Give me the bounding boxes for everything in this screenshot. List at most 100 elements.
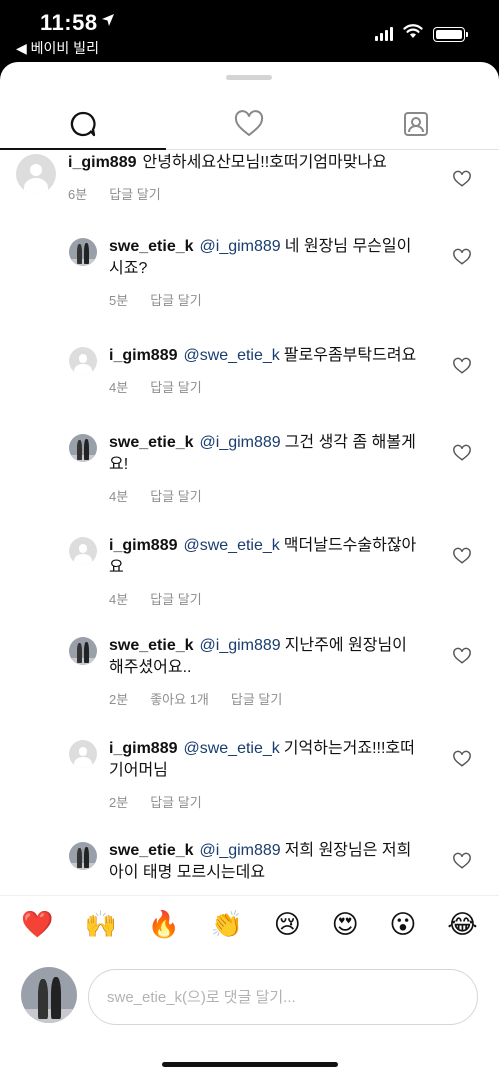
comment-text: swe_etie_k @i_gim889 네 원장님 무슨일이시죠? <box>109 236 439 280</box>
comment-message-continued: 요! <box>109 456 129 473</box>
comment-input[interactable] <box>88 969 478 1025</box>
like-heart-icon[interactable] <box>453 750 471 768</box>
comment-message-continued: 아이 태명 모르시는데요 <box>109 864 266 881</box>
heart-eyes-emoji[interactable]: 😍 <box>332 910 359 940</box>
reply-item: swe_etie_k @i_gim889 저희 원장님은 저희 아이 태명 모르시는데… <box>0 830 499 895</box>
comment-meta: 2분 좋아요 1개 답글 달기 <box>109 689 282 708</box>
comment-time: 5분 <box>109 293 129 308</box>
avatar[interactable] <box>69 637 97 665</box>
comment-message-continued: 해주셨어요.. <box>109 659 192 676</box>
comment-message: 그건 생각 좀 해볼게 <box>284 434 416 451</box>
tab-comments[interactable] <box>0 98 167 150</box>
reply-item: swe_etie_k @i_gim889 그건 생각 좀 해볼게 요! 4분 답글 달기 <box>0 422 499 525</box>
avatar[interactable] <box>69 740 97 768</box>
comment-text: i_gim889 @swe_etie_k 팔로우좀부탁드려요 <box>109 345 439 367</box>
comment-message: 지난주에 원장님이 <box>284 637 407 654</box>
reply-item: i_gim889 @swe_etie_k 팔로우좀부탁드려요 4분 답글 달기 <box>0 335 499 422</box>
tab-tagged[interactable] <box>333 98 499 149</box>
comment-text: swe_etie_k @i_gim889 그건 생각 좀 해볼게요! <box>109 432 439 476</box>
reply-button[interactable]: 답글 달기 <box>150 486 201 505</box>
comment-message: 팔로우좀부탁드려요 <box>283 347 417 364</box>
avatar[interactable] <box>69 347 97 375</box>
comment-username[interactable]: swe_etie_k <box>109 238 194 255</box>
fire-emoji[interactable]: 🔥 <box>148 910 180 940</box>
comment-text: swe_etie_k @i_gim889 저희 원장님은 저희 아이 태명 모르시는데… <box>109 840 439 884</box>
red-heart-emoji[interactable]: ❤️ <box>21 910 53 940</box>
my-avatar <box>21 967 77 1023</box>
location-arrow-icon <box>100 12 116 33</box>
like-heart-icon[interactable] <box>453 444 471 462</box>
laughing-emoji[interactable]: 😂 <box>447 910 477 940</box>
comment-username[interactable]: swe_etie_k <box>109 842 194 859</box>
comment-text: i_gim889 @swe_etie_k 맥더날드수술하잖아요 <box>109 535 439 579</box>
reply-button[interactable]: 답글 달기 <box>150 290 201 309</box>
mention-link[interactable]: @swe_etie_k <box>183 347 279 364</box>
like-heart-icon[interactable] <box>453 170 471 188</box>
comment-message: 네 원장님 무슨일이 <box>284 238 412 255</box>
reply-button[interactable]: 답글 달기 <box>150 792 201 811</box>
avatar[interactable] <box>69 238 97 266</box>
avatar[interactable] <box>69 842 97 870</box>
comment-username[interactable]: i_gim889 <box>109 537 177 554</box>
comment-like-count[interactable]: 좋아요 1개 <box>150 689 209 708</box>
comment-message: 안녕하세요산모님!!호떠기엄마맞나요 <box>142 154 387 171</box>
mention-link[interactable]: @swe_etie_k <box>183 740 279 757</box>
reply-button[interactable]: 답글 달기 <box>150 377 201 396</box>
sheet-grabber[interactable] <box>226 75 272 80</box>
comment-message-continued: 시죠? <box>109 260 148 277</box>
reply-button[interactable]: 답글 달기 <box>231 689 282 708</box>
reply-button[interactable]: 답글 달기 <box>109 184 160 203</box>
comment-bubble-icon <box>71 111 96 136</box>
like-heart-icon[interactable] <box>453 547 471 565</box>
comment-username[interactable]: swe_etie_k <box>109 637 194 654</box>
back-to-app-link[interactable]: ◀ 베이비 빌리 <box>16 38 99 58</box>
comment-text: i_gim889 @swe_etie_k 기억하는거죠!!!호떠 기어머님 <box>109 738 439 782</box>
surprised-emoji[interactable]: 😮 <box>389 910 416 940</box>
comment-time: 2분 <box>109 795 129 810</box>
avatar[interactable] <box>69 537 97 565</box>
comment-time: 6분 <box>68 187 88 202</box>
like-heart-icon[interactable] <box>453 852 471 870</box>
raising-hands-emoji[interactable]: 🙌 <box>84 910 116 940</box>
wifi-icon <box>403 24 423 44</box>
mention-link[interactable]: @swe_etie_k <box>183 537 279 554</box>
comment-time: 4분 <box>109 592 129 607</box>
comment-username[interactable]: i_gim889 <box>109 740 177 757</box>
mention-link[interactable]: @i_gim889 <box>200 434 281 451</box>
battery-icon <box>433 26 468 42</box>
comment-message: 맥더날드수술하잖아 <box>283 537 417 554</box>
comment-message: 기억하는거죠!!!호떠 <box>283 740 415 757</box>
comment-meta: 5분 답글 달기 <box>109 290 202 309</box>
avatar[interactable] <box>16 154 56 194</box>
reply-button[interactable]: 답글 달기 <box>150 589 201 608</box>
like-heart-icon[interactable] <box>453 647 471 665</box>
like-heart-icon[interactable] <box>453 248 471 266</box>
crying-emoji[interactable]: 😢 <box>274 910 301 940</box>
sheet-tabs <box>0 98 499 150</box>
comment-text: i_gim889 안녕하세요산모님!!호떠기엄마맞나요 <box>68 152 438 174</box>
mention-link[interactable]: @i_gim889 <box>200 637 281 654</box>
comment-text: swe_etie_k @i_gim889 지난주에 원장님이해주셨어요.. <box>109 635 439 679</box>
comments-sheet: i_gim889 안녕하세요산모님!!호떠기엄마맞나요 6분 답글 달기 swe_eti… <box>0 62 499 1080</box>
reply-item: swe_etie_k @i_gim889 지난주에 원장님이 해주셨어요.. 2분 좋아요… <box>0 625 499 728</box>
heart-icon <box>235 109 264 136</box>
tab-likes[interactable] <box>166 98 332 149</box>
comment-username[interactable]: swe_etie_k <box>109 434 194 451</box>
emoji-quick-bar: ❤️ 🙌 🔥 👏 😢 😍 😮 😂 <box>0 895 499 953</box>
comment-message-continued: 요 <box>109 559 124 576</box>
status-bar: 11:58 ◀ 베이비 빌리 <box>0 0 499 62</box>
status-time: 11:58 <box>40 10 98 35</box>
comment-username[interactable]: i_gim889 <box>109 347 177 364</box>
clapping-emoji[interactable]: 👏 <box>211 910 243 940</box>
reply-item: i_gim889 @swe_etie_k 맥더날드수술하잖아요 4분 답글 달기 <box>0 525 499 625</box>
comment-time: 4분 <box>109 380 129 395</box>
comment-username[interactable]: i_gim889 <box>68 154 136 171</box>
reply-item: swe_etie_k @i_gim889 네 원장님 무슨일이시죠? 5분 답글 달기 <box>0 226 499 335</box>
mention-link[interactable]: @i_gim889 <box>200 238 281 255</box>
like-heart-icon[interactable] <box>453 357 471 375</box>
person-card-icon <box>403 111 428 136</box>
avatar[interactable] <box>69 434 97 462</box>
mention-link[interactable]: @i_gim889 <box>200 842 281 859</box>
comment-meta: 6분 답글 달기 <box>68 184 161 203</box>
comment-meta: 4분 답글 달기 <box>109 589 202 608</box>
